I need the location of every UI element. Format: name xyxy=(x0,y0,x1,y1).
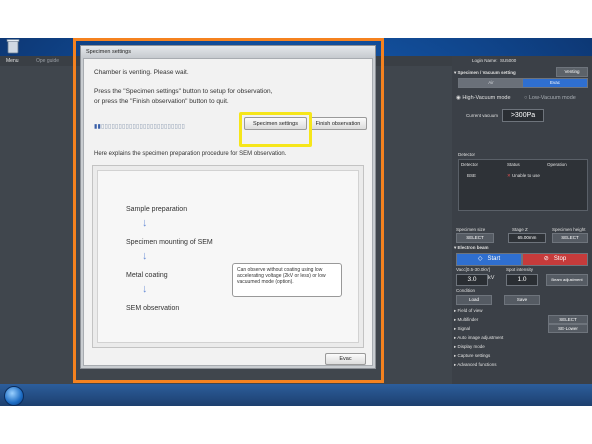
section-label: Signal xyxy=(457,326,471,331)
dialog-body: Chamber is venting. Please wait. Press t… xyxy=(83,58,373,366)
start-beam-label: Start xyxy=(487,256,501,262)
detector-name: BSE xyxy=(467,173,477,178)
spot-intensity-label: Spot intensity xyxy=(506,267,534,272)
vacc-unit: kV xyxy=(488,275,495,281)
finish-observation-button[interactable]: Finish observation xyxy=(309,117,367,130)
section-label: Capture settings xyxy=(457,353,491,358)
down-arrow-icon: ↓ xyxy=(142,217,148,229)
step-metal-coating: Metal coating xyxy=(126,272,168,279)
section-label: Field of view xyxy=(457,308,483,313)
vacc-label: Vacc[0.5-30.0kV] xyxy=(456,267,490,272)
control-panel: Login Name: SU5000 ▾ Specimen / Vacuum s… xyxy=(452,56,592,384)
beam-adjustment-button[interactable]: Beam adjustment xyxy=(546,274,588,286)
step-sample-preparation: Sample preparation xyxy=(126,206,188,213)
stop-beam-label: Stop xyxy=(553,256,567,262)
load-condition-button[interactable]: Load xyxy=(456,295,492,305)
login-name-value: SU5000 xyxy=(500,58,517,63)
vacc-value[interactable]: 3.0 xyxy=(456,274,488,286)
coating-callout: Can observe without coating using low ac… xyxy=(232,263,342,297)
taskbar xyxy=(0,384,592,406)
progress-indicator: ▮▮▯▯▯▯▯▯▯▯▯▯▯▯▯▯▯▯▯▯▯▯▯▯▯▯ xyxy=(94,123,185,130)
down-arrow-icon: ↓ xyxy=(142,283,148,295)
section-specimen-label: Specimen / Vacuum setting xyxy=(457,70,516,75)
section-label: Multifinder xyxy=(457,317,479,322)
step-specimen-mounting: Specimen mounting of SEM xyxy=(126,239,213,246)
high-vacuum-label: High-Vacuum mode xyxy=(462,95,511,101)
stop-beam-button[interactable]: ⊘ Stop xyxy=(522,253,588,266)
down-arrow-icon: ↓ xyxy=(142,250,148,262)
explain-text: Here explains the specimen preparation p… xyxy=(94,151,287,157)
ope-guide-button[interactable]: Ope guide xyxy=(36,58,59,64)
recycle-bin-icon[interactable] xyxy=(6,38,20,54)
low-vacuum-label: Low-Vacuum mode xyxy=(528,95,576,101)
progress-filled: ▮▮ xyxy=(94,124,102,130)
detector-col-header: Detector xyxy=(461,162,479,167)
venting-status-badge: Venting xyxy=(556,67,588,77)
status-col-header: Status xyxy=(507,162,520,167)
multifinder-select[interactable]: SELECT xyxy=(548,315,588,324)
error-x-icon: ✕ xyxy=(507,173,511,178)
section-electron-beam[interactable]: ▾ Electron beam xyxy=(454,245,489,251)
instruction-line-2: or press the "Finish observation" button… xyxy=(94,98,229,105)
detector-status-text: Unable to use xyxy=(512,173,540,178)
section-electron-beam-label: Electron beam xyxy=(457,245,489,250)
high-vacuum-radio[interactable]: ◉ High-Vacuum mode xyxy=(456,95,511,101)
menu-button[interactable]: Menu xyxy=(6,58,19,64)
start-diamond-icon: ◇ xyxy=(477,256,483,262)
section-label: Auto image adjustment xyxy=(457,335,504,340)
detector-status: ✕ Unable to use xyxy=(507,173,540,179)
procedure-panel: Sample preparation ↓ Specimen mounting o… xyxy=(97,170,359,343)
section-display-mode[interactable]: ▸ Display mode xyxy=(454,344,485,350)
stage-z-label: Stage Z xyxy=(512,227,528,232)
section-specimen-vacuum[interactable]: ▾ Specimen / Vacuum setting xyxy=(454,70,516,76)
section-label: Advanced functions xyxy=(457,362,497,367)
radio-icon: ○ xyxy=(524,95,528,101)
procedure-diagram: Sample preparation ↓ Specimen mounting o… xyxy=(92,165,364,348)
progress-empty: ▯▯▯▯▯▯▯▯▯▯▯▯▯▯▯▯▯▯▯▯▯▯▯▯ xyxy=(101,124,186,130)
operation-col-header: Operation xyxy=(547,162,567,167)
stop-circle-icon: ⊘ xyxy=(543,256,549,262)
start-button[interactable] xyxy=(4,386,24,406)
dialog-title: Specimen settings xyxy=(81,46,375,58)
stage-z-value: 65.00mm xyxy=(508,233,546,243)
section-field-of-view[interactable]: ▸ Field of view xyxy=(454,308,483,314)
section-signal[interactable]: ▸ Signal xyxy=(454,326,470,332)
specimen-height-select[interactable]: SELECT xyxy=(552,233,588,243)
specimen-height-label: Specimen height xyxy=(552,227,586,232)
specimen-size-label: Specimen size xyxy=(456,227,486,232)
radio-icon: ◉ xyxy=(456,95,461,101)
section-capture-settings[interactable]: ▸ Capture settings xyxy=(454,353,490,359)
login-name-label: Login Name: xyxy=(472,58,498,63)
section-advanced-functions[interactable]: ▸ Advanced functions xyxy=(454,362,497,368)
detector-table: Detector Status Operation BSE ✕ Unable t… xyxy=(458,159,588,211)
current-vacuum-label: Current vacuum xyxy=(466,113,499,118)
highlight-box xyxy=(239,112,312,147)
section-auto-image[interactable]: ▸ Auto image adjustment xyxy=(454,335,503,341)
signal-select[interactable]: SE-Lower xyxy=(548,324,588,333)
step-sem-observation: SEM observation xyxy=(126,305,180,312)
specimen-size-select[interactable]: SELECT xyxy=(456,233,494,243)
save-condition-button[interactable]: Save xyxy=(504,295,540,305)
current-vacuum-value: >300Pa xyxy=(502,109,544,122)
condition-label: Condition xyxy=(456,288,476,293)
specimen-settings-dialog: Specimen settings Chamber is venting. Pl… xyxy=(80,45,376,369)
detector-section-label: Detector xyxy=(458,152,476,157)
spot-intensity-value[interactable]: 1.0 xyxy=(506,274,538,286)
start-beam-button[interactable]: ◇ Start xyxy=(456,253,522,266)
instruction-line-1: Press the "Specimen settings" button to … xyxy=(94,88,273,95)
section-label: Display mode xyxy=(457,344,485,349)
screen: { "desktop": { "menu_label": "Menu", "op… xyxy=(0,0,592,444)
section-multifinder[interactable]: ▸ Multifinder xyxy=(454,317,478,323)
venting-message: Chamber is venting. Please wait. xyxy=(94,69,189,76)
low-vacuum-radio[interactable]: ○ Low-Vacuum mode xyxy=(524,95,576,101)
evac-panel-button[interactable]: Evac xyxy=(522,78,588,88)
air-button[interactable]: Air xyxy=(458,78,524,88)
evac-dialog-button[interactable]: Evac xyxy=(325,353,366,365)
